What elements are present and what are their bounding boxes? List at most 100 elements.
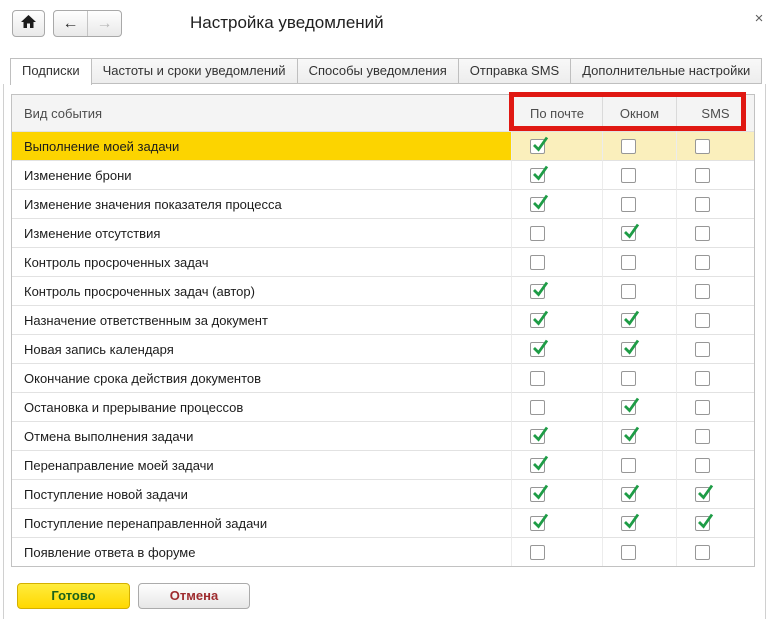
table-row[interactable]: Выполнение моей задачи bbox=[12, 131, 754, 160]
sms-checkbox[interactable] bbox=[695, 370, 710, 386]
window-checkbox[interactable] bbox=[621, 370, 636, 386]
event-cell[interactable]: Поступление новой задачи bbox=[12, 479, 511, 508]
event-cell[interactable]: Изменение отсутствия bbox=[12, 218, 511, 247]
back-button[interactable]: ← bbox=[54, 11, 88, 36]
window-checkbox[interactable] bbox=[621, 513, 640, 531]
window-checkbox[interactable] bbox=[621, 167, 636, 183]
sms-cell bbox=[676, 363, 754, 392]
sms-cell bbox=[676, 508, 754, 537]
email-checkbox[interactable] bbox=[530, 455, 549, 473]
table-row[interactable]: Изменение значения показателя процесса bbox=[12, 189, 754, 218]
event-cell[interactable]: Поступление перенаправленной задачи bbox=[12, 508, 511, 537]
sms-cell bbox=[676, 247, 754, 276]
event-cell[interactable]: Окончание срока действия документов bbox=[12, 363, 511, 392]
email-cell bbox=[511, 334, 602, 363]
email-checkbox[interactable] bbox=[530, 225, 545, 241]
event-label: Назначение ответственным за документ bbox=[24, 312, 268, 328]
table-row[interactable]: Отмена выполнения задачи bbox=[12, 421, 754, 450]
table-row[interactable]: Окончание срока действия документов bbox=[12, 363, 754, 392]
sms-checkbox[interactable] bbox=[695, 484, 714, 502]
tab-0[interactable]: Подписки bbox=[10, 58, 92, 85]
cancel-button[interactable]: Отмена bbox=[138, 583, 250, 609]
sms-checkbox[interactable] bbox=[695, 513, 714, 531]
column-header-event[interactable]: Вид события bbox=[12, 95, 511, 131]
table-row[interactable]: Контроль просроченных задач bbox=[12, 247, 754, 276]
email-checkbox[interactable] bbox=[530, 370, 545, 386]
table-row[interactable]: Остановка и прерывание процессов bbox=[12, 392, 754, 421]
sms-checkbox[interactable] bbox=[695, 225, 710, 241]
window-checkbox[interactable] bbox=[621, 484, 640, 502]
tab-3[interactable]: Отправка SMS bbox=[458, 58, 572, 84]
table-row[interactable]: Поступление новой задачи bbox=[12, 479, 754, 508]
window-checkbox[interactable] bbox=[621, 196, 636, 212]
sms-checkbox[interactable] bbox=[695, 399, 710, 415]
window-checkbox[interactable] bbox=[621, 339, 640, 357]
email-cell bbox=[511, 276, 602, 305]
column-header-email[interactable]: По почте bbox=[511, 95, 602, 131]
sms-checkbox[interactable] bbox=[695, 341, 710, 357]
window-checkbox[interactable] bbox=[621, 254, 636, 270]
event-cell[interactable]: Контроль просроченных задач bbox=[12, 247, 511, 276]
event-cell[interactable]: Назначение ответственным за документ bbox=[12, 305, 511, 334]
sms-checkbox[interactable] bbox=[695, 428, 710, 444]
table-row[interactable]: Перенаправление моей задачи bbox=[12, 450, 754, 479]
sms-checkbox[interactable] bbox=[695, 312, 710, 328]
sms-checkbox[interactable] bbox=[695, 544, 710, 560]
column-header-window[interactable]: Окном bbox=[602, 95, 676, 131]
email-checkbox[interactable] bbox=[530, 399, 545, 415]
sms-checkbox[interactable] bbox=[695, 283, 710, 299]
email-checkbox[interactable] bbox=[530, 254, 545, 270]
table-row[interactable]: Изменение отсутствия bbox=[12, 218, 754, 247]
email-checkbox[interactable] bbox=[530, 513, 549, 531]
window-checkbox[interactable] bbox=[621, 283, 636, 299]
email-checkbox[interactable] bbox=[530, 484, 549, 502]
tab-4[interactable]: Дополнительные настройки bbox=[571, 58, 763, 84]
tab-1[interactable]: Частоты и сроки уведомлений bbox=[91, 58, 298, 84]
sms-checkbox[interactable] bbox=[695, 138, 710, 154]
event-cell[interactable]: Остановка и прерывание процессов bbox=[12, 392, 511, 421]
event-cell[interactable]: Появление ответа в форуме bbox=[12, 537, 511, 566]
event-cell[interactable]: Изменение значения показателя процесса bbox=[12, 189, 511, 218]
window-checkbox[interactable] bbox=[621, 457, 636, 473]
email-checkbox[interactable] bbox=[530, 310, 549, 328]
email-cell bbox=[511, 479, 602, 508]
table-row[interactable]: Поступление перенаправленной задачи bbox=[12, 508, 754, 537]
sms-checkbox[interactable] bbox=[695, 457, 710, 473]
email-checkbox[interactable] bbox=[530, 426, 549, 444]
email-checkbox[interactable] bbox=[530, 281, 549, 299]
table-row[interactable]: Назначение ответственным за документ bbox=[12, 305, 754, 334]
email-checkbox[interactable] bbox=[530, 339, 549, 357]
event-cell[interactable]: Новая запись календаря bbox=[12, 334, 511, 363]
window-checkbox[interactable] bbox=[621, 310, 640, 328]
sms-checkbox[interactable] bbox=[695, 254, 710, 270]
event-cell[interactable]: Перенаправление моей задачи bbox=[12, 450, 511, 479]
sms-checkbox[interactable] bbox=[695, 167, 710, 183]
tab-bar: Подписки Частоты и сроки уведомлений Спо… bbox=[10, 58, 763, 85]
email-checkbox[interactable] bbox=[530, 544, 545, 560]
column-header-sms[interactable]: SMS bbox=[676, 95, 754, 131]
table-row[interactable]: Контроль просроченных задач (автор) bbox=[12, 276, 754, 305]
close-button[interactable]: × bbox=[750, 10, 768, 28]
event-cell[interactable]: Выполнение моей задачи bbox=[12, 131, 511, 160]
forward-button[interactable]: → bbox=[88, 11, 121, 36]
table-row[interactable]: Новая запись календаря bbox=[12, 334, 754, 363]
email-checkbox[interactable] bbox=[530, 194, 549, 212]
event-cell[interactable]: Изменение брони bbox=[12, 160, 511, 189]
window-checkbox[interactable] bbox=[621, 138, 636, 154]
home-button[interactable] bbox=[12, 10, 45, 37]
done-button[interactable]: Готово bbox=[17, 583, 130, 609]
email-checkbox[interactable] bbox=[530, 165, 549, 183]
event-cell[interactable]: Контроль просроченных задач (автор) bbox=[12, 276, 511, 305]
window-cell bbox=[602, 247, 676, 276]
window-checkbox[interactable] bbox=[621, 426, 640, 444]
table-row[interactable]: Появление ответа в форуме bbox=[12, 537, 754, 566]
window-checkbox[interactable] bbox=[621, 544, 636, 560]
tab-2[interactable]: Способы уведомления bbox=[297, 58, 459, 84]
event-cell[interactable]: Отмена выполнения задачи bbox=[12, 421, 511, 450]
table-row[interactable]: Изменение брони bbox=[12, 160, 754, 189]
sms-checkbox[interactable] bbox=[695, 196, 710, 212]
tab-label: Способы уведомления bbox=[308, 63, 447, 78]
window-checkbox[interactable] bbox=[621, 223, 640, 241]
email-checkbox[interactable] bbox=[530, 136, 549, 154]
window-checkbox[interactable] bbox=[621, 397, 640, 415]
